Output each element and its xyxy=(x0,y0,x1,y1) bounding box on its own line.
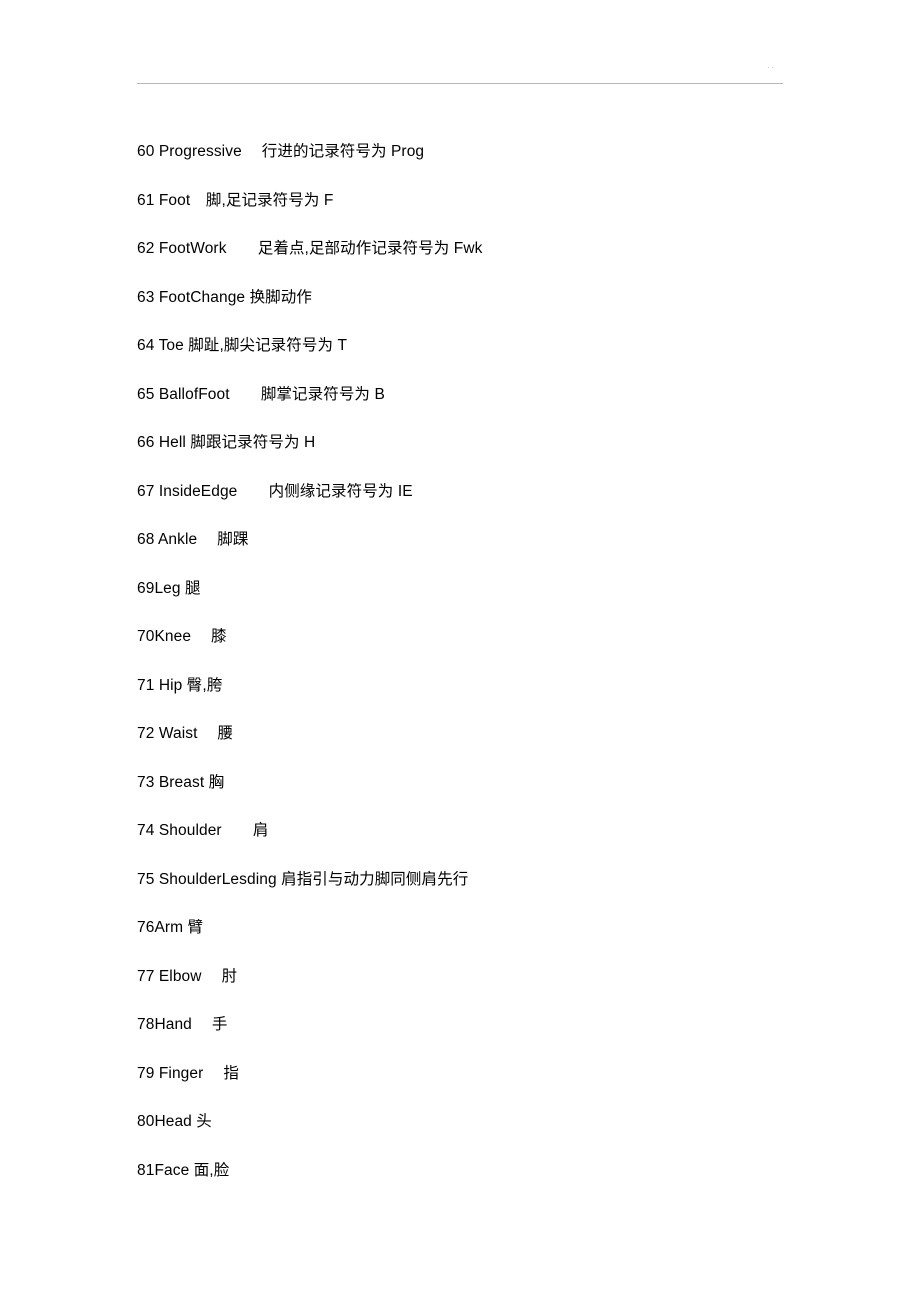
list-item: 65 BallofFoot 脚掌记录符号为 B xyxy=(137,385,385,403)
list-item: 66 Hell 脚跟记录符号为 H xyxy=(137,434,316,451)
list-item: 79 Finger 指 xyxy=(137,1064,239,1082)
list-item: 68 Ankle 脚踝 xyxy=(137,531,249,548)
list-item: 63 FootChange 换脚动作 xyxy=(137,288,312,306)
list-item: 62 FootWork 足着点,足部动作记录符号为 Fwk xyxy=(137,240,483,257)
list-item: 72 Waist 腰 xyxy=(137,725,234,742)
list-item: 67 InsideEdge 内侧缘记录符号为 IE xyxy=(137,482,413,500)
list-item: 78Hand 手 xyxy=(137,1016,228,1033)
list-item: 60 Progressive 行进的记录符号为 Prog xyxy=(137,143,425,160)
list-item: 64 Toe 脚趾,脚尖记录符号为 T xyxy=(137,337,348,354)
document-page: ·· 60 Progressive 行进的记录符号为 Prog 61 Foot … xyxy=(0,0,920,1303)
list-item: 71 Hip 臀,胯 xyxy=(137,676,223,694)
list-item: 75 ShoulderLesding 肩指引与动力脚同侧肩先行 xyxy=(137,870,469,888)
list-item: 73 Breast 胸 xyxy=(137,773,225,791)
page-header-note: ·· xyxy=(767,62,775,72)
page-header: ·· xyxy=(137,60,783,86)
list-item: 61 Foot 脚,足记录符号为 F xyxy=(137,191,334,209)
list-item: 77 Elbow 肘 xyxy=(137,967,238,985)
list-item: 69Leg 腿 xyxy=(137,579,201,597)
list-item: 76Arm 臂 xyxy=(137,919,204,936)
list-item: 80Head 头 xyxy=(137,1113,212,1130)
list-item: 74 Shoulder 肩 xyxy=(137,822,269,839)
header-divider xyxy=(137,83,783,84)
glossary-list: 60 Progressive 行进的记录符号为 Prog 61 Foot 脚,足… xyxy=(137,128,837,1195)
list-item: 81Face 面,脸 xyxy=(137,1161,230,1179)
list-item: 70Knee 膝 xyxy=(137,628,227,645)
